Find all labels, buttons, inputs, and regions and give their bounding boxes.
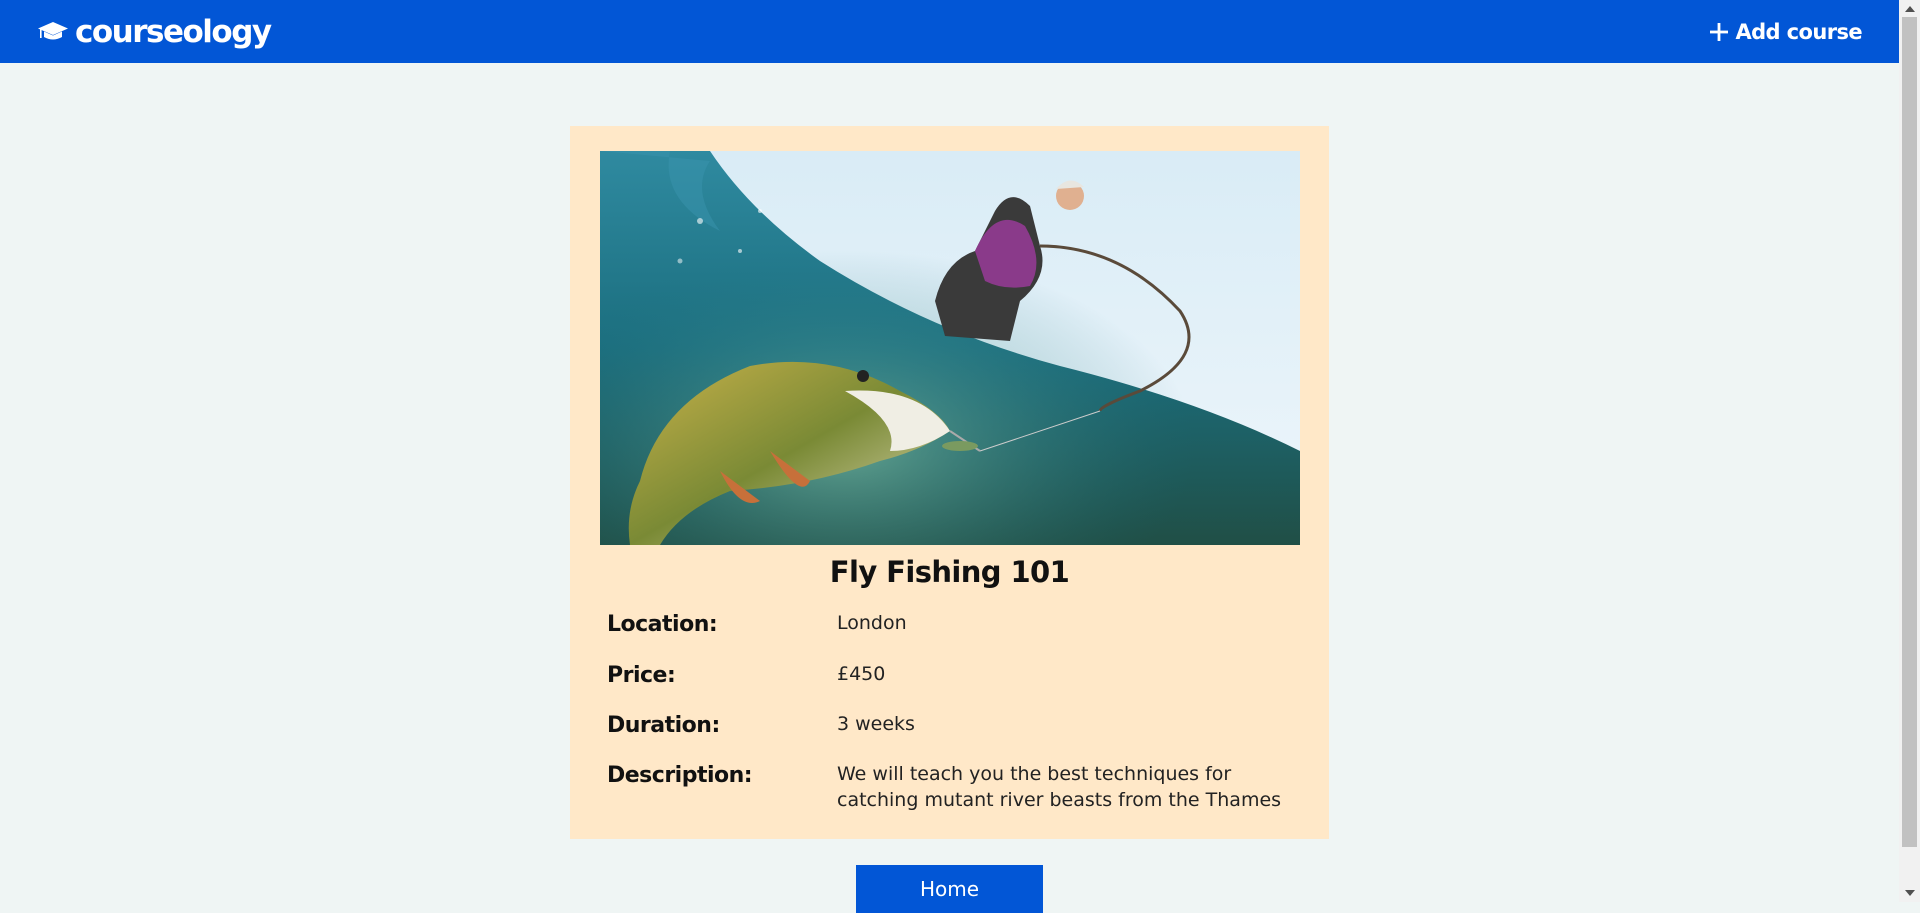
graduation-cap-icon — [38, 22, 68, 40]
duration-label: Duration: — [607, 713, 720, 738]
course-card: Fly Fishing 101 Location: London Price: … — [570, 126, 1329, 839]
home-button[interactable]: Home — [856, 865, 1043, 913]
duration-value: 3 weeks — [837, 713, 915, 735]
course-title: Fly Fishing 101 — [829, 555, 1070, 589]
top-navbar: courseology Add course — [0, 0, 1899, 63]
description-value: We will teach you the best techniques fo… — [837, 763, 1282, 811]
location-value: London — [837, 612, 907, 634]
price-value: £450 — [837, 663, 886, 685]
add-course-label: Add course — [1735, 20, 1862, 44]
location-label: Location: — [607, 612, 718, 637]
course-image — [600, 151, 1300, 545]
vertical-scrollbar[interactable] — [1899, 0, 1920, 902]
description-label: Description: — [607, 763, 753, 788]
brand-name: courseology — [75, 14, 272, 50]
brand-logo-link[interactable]: courseology — [37, 12, 272, 52]
add-course-link[interactable]: Add course — [1709, 16, 1863, 48]
scroll-down-arrow-icon[interactable] — [1905, 890, 1915, 896]
scroll-up-arrow-icon[interactable] — [1905, 6, 1915, 12]
plus-icon — [1710, 23, 1729, 41]
scrollbar-thumb[interactable] — [1902, 17, 1917, 847]
price-label: Price: — [607, 663, 676, 688]
